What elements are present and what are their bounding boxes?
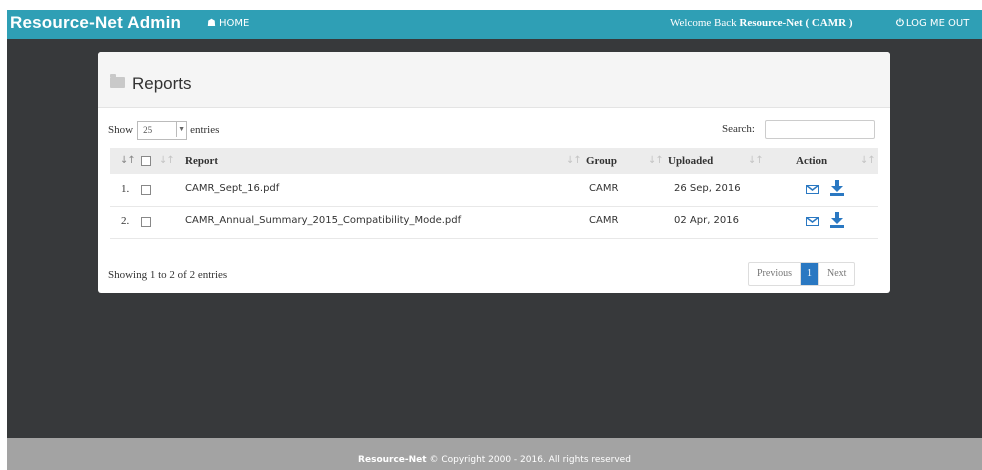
footer-copyright: © Copyright 2000 - 2016. All rights rese…	[429, 455, 631, 465]
column-header-report[interactable]: Report	[185, 155, 218, 167]
copyright-text: Resource-Net © Copyright 2000 - 2016. Al…	[7, 455, 982, 465]
logout-label: LOG ME OUT	[905, 18, 970, 29]
home-link[interactable]: ☗ HOME	[207, 18, 249, 29]
mail-icon[interactable]	[806, 185, 819, 194]
footer-brand: Resource-Net	[358, 455, 427, 465]
report-uploaded: 26 Sep, 2016	[674, 183, 741, 194]
power-icon: ⏻	[896, 18, 904, 29]
page-length-control: Show 25 ▼ entries	[108, 121, 219, 140]
column-header-group[interactable]: Group	[586, 155, 617, 167]
next-button[interactable]: Next	[819, 263, 854, 285]
table-row: 1. CAMR_Sept_16.pdf CAMR 26 Sep, 2016	[110, 174, 878, 207]
select-all-checkbox[interactable]	[141, 156, 151, 166]
table-info: Showing 1 to 2 of 2 entries	[108, 269, 228, 281]
home-label: HOME	[218, 18, 250, 29]
page-title: Reports	[110, 74, 192, 94]
pagination: Previous 1 Next	[748, 262, 856, 286]
report-uploaded: 02 Apr, 2016	[674, 215, 740, 226]
report-group: CAMR	[589, 215, 619, 226]
mail-icon[interactable]	[806, 217, 819, 226]
row-number: 2.	[121, 215, 130, 227]
page-length-value: 25	[143, 125, 153, 135]
page-button[interactable]: 1	[801, 263, 819, 285]
row-checkbox[interactable]	[141, 185, 151, 195]
report-filename[interactable]: CAMR_Sept_16.pdf	[185, 183, 279, 194]
column-header-action: Action	[796, 155, 828, 167]
search-label: Search:	[722, 123, 755, 135]
chevron-down-icon: ▼	[176, 122, 186, 137]
search-input[interactable]	[765, 120, 875, 139]
sort-icon[interactable]: ↓↑	[860, 155, 876, 166]
sort-icon[interactable]: ↓↑	[648, 155, 664, 166]
top-navbar: Resource-Net Admin ☗ HOME Welcome Back Re…	[7, 10, 982, 39]
previous-button[interactable]: Previous	[749, 263, 801, 285]
download-icon[interactable]	[830, 212, 844, 228]
row-checkbox[interactable]	[141, 217, 151, 227]
column-header-uploaded[interactable]: Uploaded	[668, 155, 713, 167]
sort-icon[interactable]: ↓↑	[566, 155, 582, 166]
download-icon[interactable]	[830, 180, 844, 196]
home-icon: ☗	[207, 18, 216, 29]
report-group: CAMR	[589, 183, 619, 194]
folder-icon	[110, 74, 125, 88]
sort-icon[interactable]: ↓↑	[748, 155, 764, 166]
logout-link[interactable]: ⏻ LOG ME OUT	[896, 18, 969, 29]
page-length-select[interactable]: 25 ▼	[137, 121, 188, 140]
table-row: 2. CAMR_Annual_Summary_2015_Compatibilit…	[110, 206, 878, 239]
page-footer: Resource-Net © Copyright 2000 - 2016. Al…	[7, 438, 982, 470]
report-filename[interactable]: CAMR_Annual_Summary_2015_Compatibility_M…	[185, 215, 461, 226]
sort-icon[interactable]: ↓↑	[120, 155, 136, 166]
app-frame: Resource-Net Admin ☗ HOME Welcome Back Re…	[7, 10, 982, 470]
table-header: ↓↑ ↓↑ Report ↓↑ Group ↓↑ Uploaded ↓↑ Act…	[110, 148, 878, 174]
sort-icon[interactable]: ↓↑	[159, 155, 175, 166]
welcome-user: Resource-Net ( CAMR )	[739, 17, 853, 29]
welcome-prefix: Welcome Back	[670, 17, 737, 29]
reports-panel: Reports Show 25 ▼ entries Search: ↓↑ ↓↑ Rep…	[98, 52, 890, 293]
brand-title[interactable]: Resource-Net Admin	[10, 13, 181, 33]
row-number: 1.	[121, 183, 130, 195]
entries-label: entries	[190, 124, 220, 137]
welcome-text: Welcome Back Resource-Net ( CAMR )	[670, 17, 853, 29]
page-title-text: Reports	[132, 74, 192, 93]
panel-header: Reports	[98, 52, 890, 108]
show-label: Show	[108, 124, 134, 137]
